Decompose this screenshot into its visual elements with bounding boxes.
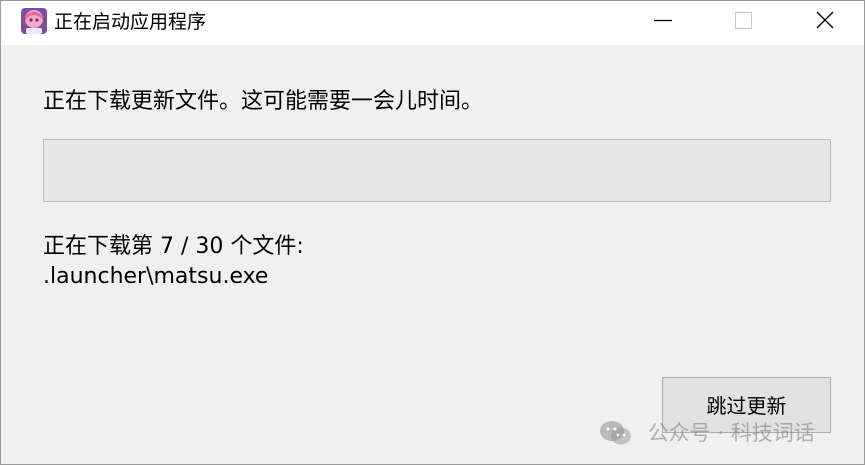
watermark: 公众号 · 科技词话 [599,417,815,447]
window-title: 正在启动应用程序 [54,11,207,33]
download-message: 正在下载更新文件。这可能需要一会儿时间。 [43,89,484,114]
current-file-path: .launcher\matsu.exe [43,264,269,289]
minimize-button[interactable] [622,1,702,41]
progress-bar [43,139,831,202]
close-button[interactable] [784,1,864,41]
anime-avatar-icon [21,8,47,34]
minimize-icon [654,19,672,22]
maximize-button[interactable] [703,1,783,41]
content-area: 正在下载更新文件。这可能需要一会儿时间。 正在下载第 7 / 30 个文件: .… [1,45,864,464]
skip-update-label: 跳过更新 [706,394,787,418]
title-bar[interactable]: 正在启动应用程序 [1,1,864,45]
watermark-text: 公众号 · 科技词话 [647,421,815,445]
download-status: 正在下载第 7 / 30 个文件: [43,234,304,259]
close-icon [816,11,834,29]
launcher-window: 正在启动应用程序 正在下载更新文件。这可能需要一会儿时间。 正在下载第 7 / … [0,0,865,465]
maximize-icon [735,12,752,29]
wechat-icon [600,421,631,445]
